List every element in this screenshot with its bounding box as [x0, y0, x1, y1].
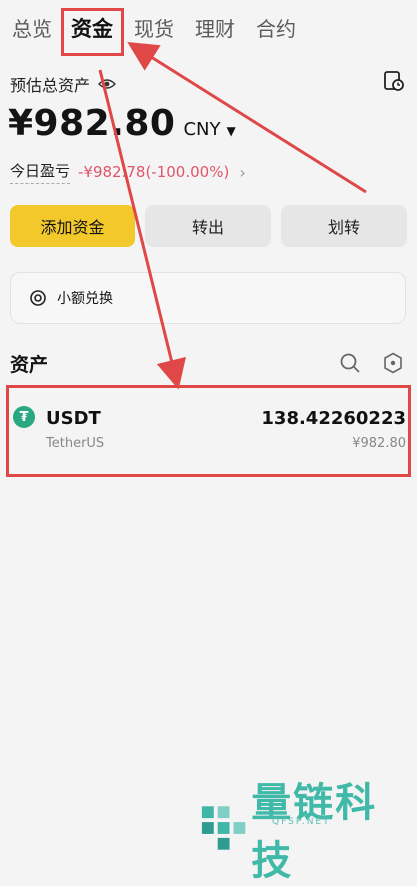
watermark-site: QFSP.NET	[272, 817, 331, 827]
search-icon[interactable]	[339, 352, 361, 374]
watermark-text: 量链科技	[251, 779, 378, 884]
tab-spot[interactable]: 现货	[134, 13, 174, 42]
currency-selector[interactable]: CNY	[183, 119, 220, 140]
watermark-logo: 量链科技	[196, 770, 417, 886]
asset-tools	[339, 352, 403, 374]
asset-row-usdt[interactable]: ₮ USDT TetherUS 138.42260223 ¥982.80	[6, 385, 411, 477]
tab-overview[interactable]: 总览	[12, 13, 52, 42]
small-convert-label: 小额兑换	[57, 291, 113, 307]
withdraw-button[interactable]: 转出	[145, 205, 271, 247]
convert-icon	[30, 290, 46, 306]
small-convert-card[interactable]: 小额兑换	[10, 272, 406, 324]
estimated-total-label: 预估总资产	[10, 76, 91, 95]
usdt-coin-icon: ₮	[13, 406, 35, 428]
total-amount: ¥982.80	[8, 103, 176, 144]
total-balance: ¥982.80 CNY ▼	[8, 103, 236, 144]
tab-highlight-box	[61, 8, 124, 56]
transfer-button[interactable]: 划转	[281, 205, 407, 247]
tab-futures[interactable]: 合约	[256, 13, 296, 42]
pnl-label: 今日盈亏	[10, 160, 71, 184]
arrow-right-icon[interactable]: ›	[239, 163, 245, 182]
asset-value-cny: ¥982.80	[352, 436, 406, 451]
asset-symbol: USDT	[46, 408, 101, 429]
logo-icon	[201, 806, 246, 850]
estimated-total-row: 预估总资产	[10, 72, 117, 96]
add-funds-button[interactable]: 添加资金	[10, 205, 135, 247]
asset-amount: 138.42260223	[261, 408, 406, 429]
settings-hex-icon[interactable]	[383, 352, 403, 374]
pnl-row[interactable]: 今日盈亏 -¥982.78(-100.00%) ›	[10, 160, 246, 184]
asset-name: TetherUS	[46, 436, 105, 451]
history-icon[interactable]	[383, 70, 405, 92]
chevron-down-icon[interactable]: ▼	[227, 124, 236, 138]
pnl-value: -¥982.78(-100.00%)	[78, 163, 230, 181]
assets-title: 资产	[10, 354, 49, 376]
eye-icon[interactable]	[98, 78, 117, 90]
tab-earn[interactable]: 理财	[195, 13, 235, 42]
